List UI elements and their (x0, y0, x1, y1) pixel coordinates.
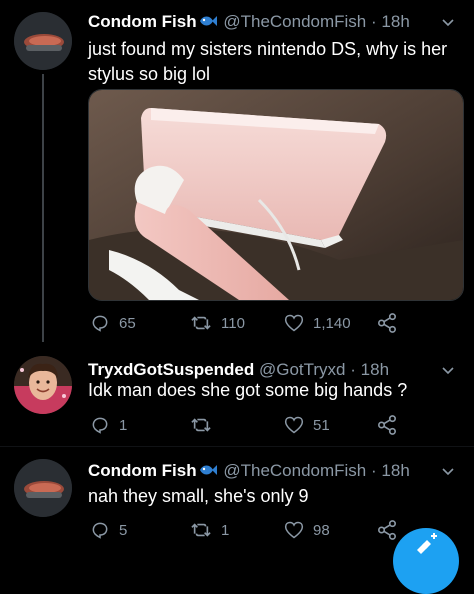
reply-icon (92, 315, 108, 332)
handle[interactable]: @TheCondomFish (223, 461, 366, 480)
like-icon (284, 416, 304, 434)
fish-emoji (197, 461, 217, 477)
reply-button[interactable]: 65 (90, 312, 136, 334)
tweet-2-actions: 1 51 (88, 414, 474, 436)
retweet-icon (191, 523, 211, 537)
compose-button[interactable] (393, 528, 459, 594)
tweet-1-actions: 65 110 1,140 (88, 312, 474, 334)
reply-icon (92, 522, 108, 539)
handle[interactable]: @GotTryxd (259, 360, 346, 379)
avatar-tryxd[interactable] (14, 356, 72, 414)
timestamp[interactable]: 18h (361, 360, 389, 379)
reply-count: 65 (119, 314, 136, 332)
like-button[interactable]: 1,140 (284, 312, 351, 334)
retweet-icon (191, 316, 211, 330)
timestamp[interactable]: 18h (381, 461, 409, 480)
fish-emoji (197, 12, 217, 28)
compose-icon (417, 533, 437, 554)
avatar-condomfish[interactable] (14, 12, 72, 70)
like-button[interactable]: 51 (284, 414, 330, 436)
tweet-1-header: Condom Fish @TheCondomFish · 18h (88, 10, 474, 34)
share-button[interactable] (376, 414, 398, 436)
tweet-photo[interactable] (88, 89, 464, 301)
display-name[interactable]: TryxdGotSuspended (88, 360, 254, 379)
like-icon (284, 521, 304, 539)
chevron-down-icon[interactable] (440, 362, 456, 378)
tweet-text: Idk man does she got some big hands ? (88, 380, 408, 400)
timestamp[interactable]: 18h (381, 12, 409, 31)
chevron-down-icon[interactable] (440, 14, 456, 30)
display-name[interactable]: Condom Fish (88, 12, 197, 31)
share-icon (377, 415, 396, 435)
reply-count: 5 (119, 521, 128, 539)
like-count: 98 (313, 521, 330, 539)
tweet-text: nah they small, she's only 9 (88, 486, 309, 506)
reply-count: 1 (119, 416, 128, 434)
retweet-button[interactable]: 1 (190, 519, 229, 541)
retweet-button[interactable] (190, 414, 221, 436)
reply-button[interactable]: 1 (90, 414, 127, 436)
retweet-count: 1 (221, 521, 230, 539)
retweet-count: 110 (221, 314, 245, 332)
reply-icon (92, 417, 108, 434)
like-count: 51 (313, 416, 330, 434)
like-icon (284, 314, 304, 332)
avatar-condomfish[interactable] (14, 459, 72, 517)
like-button[interactable]: 98 (284, 519, 330, 541)
chevron-down-icon[interactable] (440, 463, 456, 479)
share-button[interactable] (376, 312, 398, 334)
retweet-icon (191, 418, 211, 432)
like-count: 1,140 (313, 314, 351, 332)
tweet-1[interactable]: Condom Fish @TheCondomFish · 18h just fo… (0, 0, 474, 344)
display-name[interactable]: Condom Fish (88, 461, 197, 480)
tweet-text: just found my sisters nintendo DS, why i… (88, 39, 448, 84)
separator: · (371, 12, 377, 31)
reply-button[interactable]: 5 (90, 519, 127, 541)
separator: · (350, 360, 356, 379)
handle[interactable]: @TheCondomFish (223, 12, 366, 31)
separator: · (371, 461, 377, 480)
share-icon (377, 313, 396, 333)
tweet-3-header: Condom Fish @TheCondomFish · 18h (88, 459, 474, 483)
tweet-2[interactable]: TryxdGotSuspended @GotTryxd · 18h Idk ma… (0, 344, 474, 447)
photo-content (89, 90, 463, 300)
retweet-button[interactable]: 110 (190, 312, 245, 334)
divider (0, 446, 474, 447)
